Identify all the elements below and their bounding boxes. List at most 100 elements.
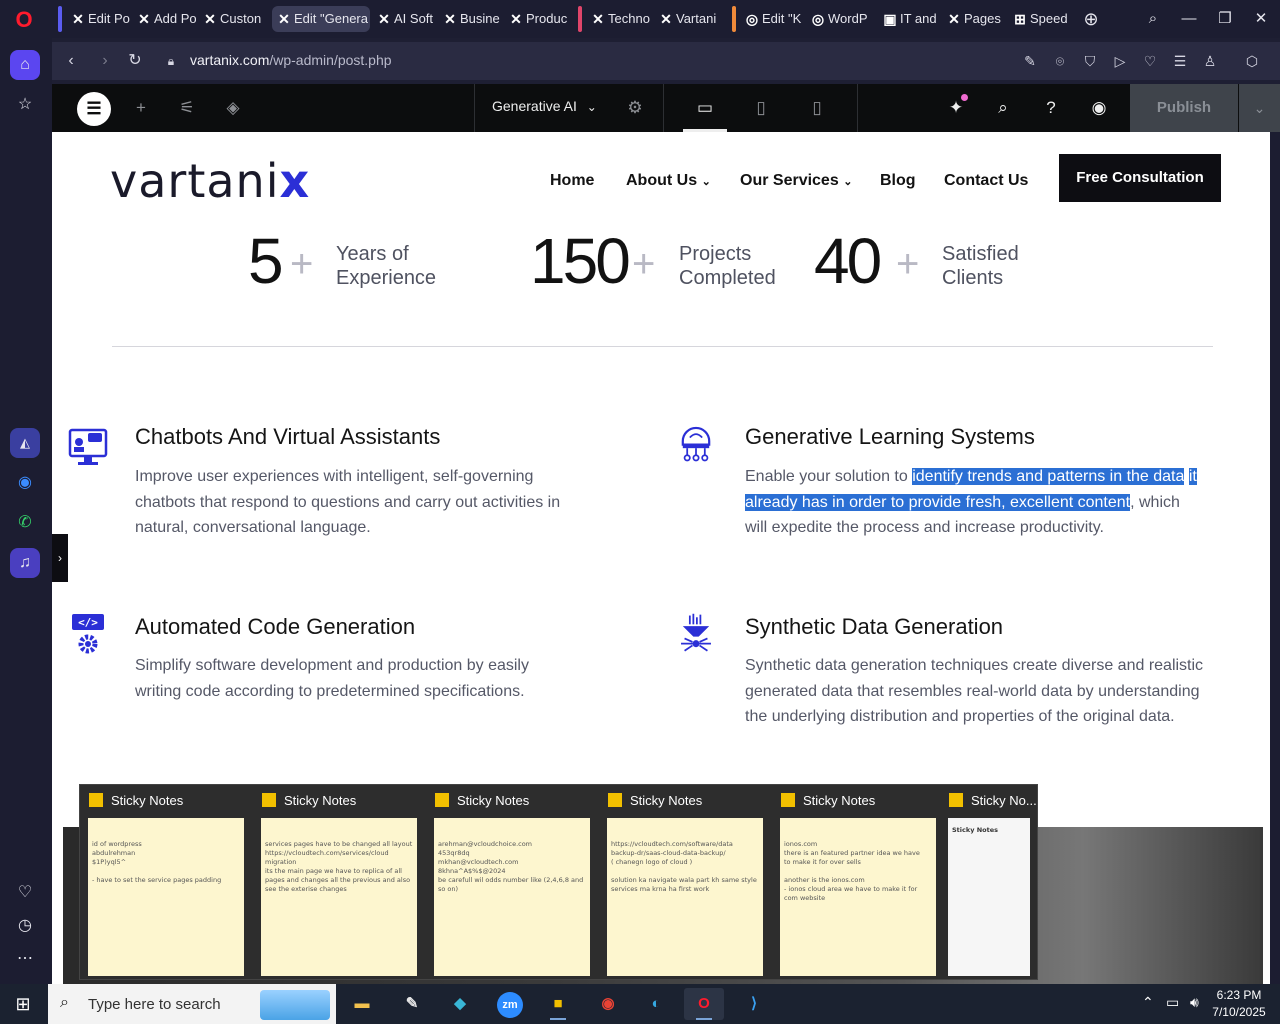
page-selector[interactable]: Generative AI ⌄ [492,98,597,114]
structure-layers-icon[interactable]: ◈ [221,96,245,120]
stat-number: 150 [530,225,631,297]
profile-icon[interactable]: ♙ [1200,51,1220,71]
edit-page-icon[interactable]: ✎ [1020,51,1040,71]
opera-taskbar-icon[interactable]: O [684,988,724,1020]
mobile-view-icon[interactable]: ▯ [805,96,829,120]
opera-logo-icon[interactable]: O [12,8,36,32]
panel-toggle-chevron-icon[interactable]: › [52,534,68,582]
page-settings-gear-icon[interactable]: ⚙ [623,96,647,120]
stat-number: 5 [248,225,284,297]
chrome-icon[interactable]: ◉ [588,988,628,1020]
shield-icon[interactable]: ⛉ [1080,51,1100,71]
search-icon: ⌕ [60,994,69,1011]
network-icon[interactable]: ▭ [1166,994,1179,1011]
code-gear-icon: </> [72,614,104,654]
publish-options-chevron-icon[interactable]: ⌄ [1239,84,1280,132]
reload-icon[interactable]: ↻ [124,50,146,72]
back-icon[interactable]: ‹ [60,50,82,72]
tab-active[interactable]: ✕ Edit "Genera [272,6,370,32]
sticky-note-preview[interactable]: Sticky Notes https://vcloudtech.com/soft… [599,785,769,981]
tab[interactable]: ✕ Edit Po [66,6,130,32]
forward-icon[interactable]: › [94,50,116,72]
camera-icon[interactable]: ⌾ [1050,51,1070,71]
tab[interactable]: ◎ Edit "K [740,6,802,32]
tablet-view-icon[interactable]: ▯ [749,96,773,120]
tab[interactable]: ✕ Add Po [132,6,196,32]
sticky-note-preview[interactable]: Sticky Notes arehman@vcloudchoice.com 45… [426,785,596,981]
nav-contact-us[interactable]: Contact Us [944,172,1028,190]
minimize-icon[interactable]: — [1172,6,1206,32]
search-icon[interactable]: ⌕ [991,96,1015,120]
sticky-note-preview[interactable]: Sticky Notes services pages have to be c… [253,785,423,981]
extensions-cube-icon[interactable]: ⬡ [1242,51,1262,71]
close-window-icon[interactable]: ✕ [1244,6,1278,32]
site-info-lock-icon[interactable]: 🔒︎ [160,50,182,72]
tab[interactable]: ✕ Custon [198,6,264,32]
taskbar-clock[interactable]: 6:23 PM 7/10/2025 [1204,987,1274,1021]
star-icon[interactable]: ☆ [10,90,40,120]
tab[interactable]: ✕ Busine [438,6,502,32]
edge-icon[interactable]: ◐ [636,988,676,1020]
stat-number: 40 [814,225,882,297]
more-dots-icon[interactable]: ⋯ [10,944,40,974]
site-settings-sliders-icon[interactable]: ⚟ [175,96,199,120]
whatsapp-icon[interactable]: ✆ [10,508,40,538]
tab[interactable]: ▣ IT and [878,6,938,32]
favorites-heart-icon[interactable]: ♡ [10,878,40,908]
tab-group-indicator [578,6,582,32]
sticky-note-preview[interactable]: Sticky No... Sticky Notes [940,785,1038,981]
send-icon[interactable]: ▷ [1110,51,1130,71]
service-title: Synthetic Data Generation [745,614,1004,639]
desktop-view-icon[interactable]: ▭ [683,96,727,132]
heart-icon[interactable]: ♡ [1140,51,1160,71]
publish-button[interactable]: Publish [1130,84,1238,132]
vscode-icon[interactable]: ⟩ [734,988,774,1020]
site-logo[interactable]: vartanix [110,154,310,208]
chevron-down-icon: ⌄ [701,176,711,188]
app-diamond-icon[interactable]: ◆ [440,988,480,1020]
free-consultation-button[interactable]: Free Consultation [1059,154,1221,202]
add-element-plus-icon[interactable]: + [129,96,153,120]
sticky-notes-icon [949,793,963,807]
maximize-icon[interactable]: ❐ [1208,6,1242,32]
aria-ai-icon[interactable]: ◭ [10,428,40,458]
grid-icon: ⊞ [1014,11,1026,27]
nav-blog[interactable]: Blog [880,172,916,190]
taskbar-search-box[interactable]: ⌕ Type here to search [48,984,336,1024]
file-explorer-icon[interactable]: ▬ [342,988,382,1020]
home-icon[interactable]: ⌂ [10,50,40,80]
nav-about-us[interactable]: About Us ⌄ [626,172,711,190]
menu-lines-icon[interactable]: ☰ [1170,51,1190,71]
tab[interactable]: ✕ Produc [504,6,568,32]
sticky-note-preview[interactable]: Sticky Notes ionos.com there is an featu… [772,785,942,981]
volume-icon[interactable]: 🔊︎ [1190,994,1199,1011]
url-field[interactable]: vartanix.com/wp-admin/post.php [190,52,392,68]
tab[interactable]: ✕ Pages [942,6,1004,32]
stat-label: Years of Experience [336,243,437,289]
history-clock-icon[interactable]: ◷ [10,911,40,941]
search-tabs-icon[interactable]: ⌕ [1136,6,1170,32]
canvas-scroll-gutter [1270,132,1280,984]
tray-chevron-up-icon[interactable]: ⌃ [1142,994,1154,1011]
sticky-notes-app-icon[interactable]: ■ [538,988,578,1020]
tab[interactable]: ⊞ Speed [1008,6,1072,32]
new-tab-plus-icon[interactable]: ⊕ [1074,6,1108,32]
tab[interactable]: ✕ Vartani [654,6,720,32]
help-icon[interactable]: ? [1039,96,1063,120]
elementor-logo-icon[interactable]: ☰ [77,92,111,126]
preview-eye-icon[interactable]: ◉ [1087,96,1111,120]
music-player-icon[interactable]: ♫ [10,548,40,578]
elementor-x-icon: ✕ [72,11,84,27]
paint-icon[interactable]: ✎ [392,988,432,1020]
windows-start-icon[interactable]: ⊞ [8,992,38,1016]
nav-our-services[interactable]: Our Services ⌄ [740,172,852,190]
nav-home[interactable]: Home [550,172,594,190]
messenger-icon[interactable]: ◉ [10,468,40,498]
zoom-icon[interactable]: zm [490,988,530,1020]
tab[interactable]: ✕ Techno [586,6,652,32]
tab[interactable]: ◎ WordP [806,6,868,32]
note-content: Sticky Notes [948,818,1030,976]
tab[interactable]: ✕ AI Soft [372,6,436,32]
sticky-note-preview[interactable]: Sticky Notes id of wordpress abdulrehman… [80,785,250,981]
sticky-notes-icon [435,793,449,807]
